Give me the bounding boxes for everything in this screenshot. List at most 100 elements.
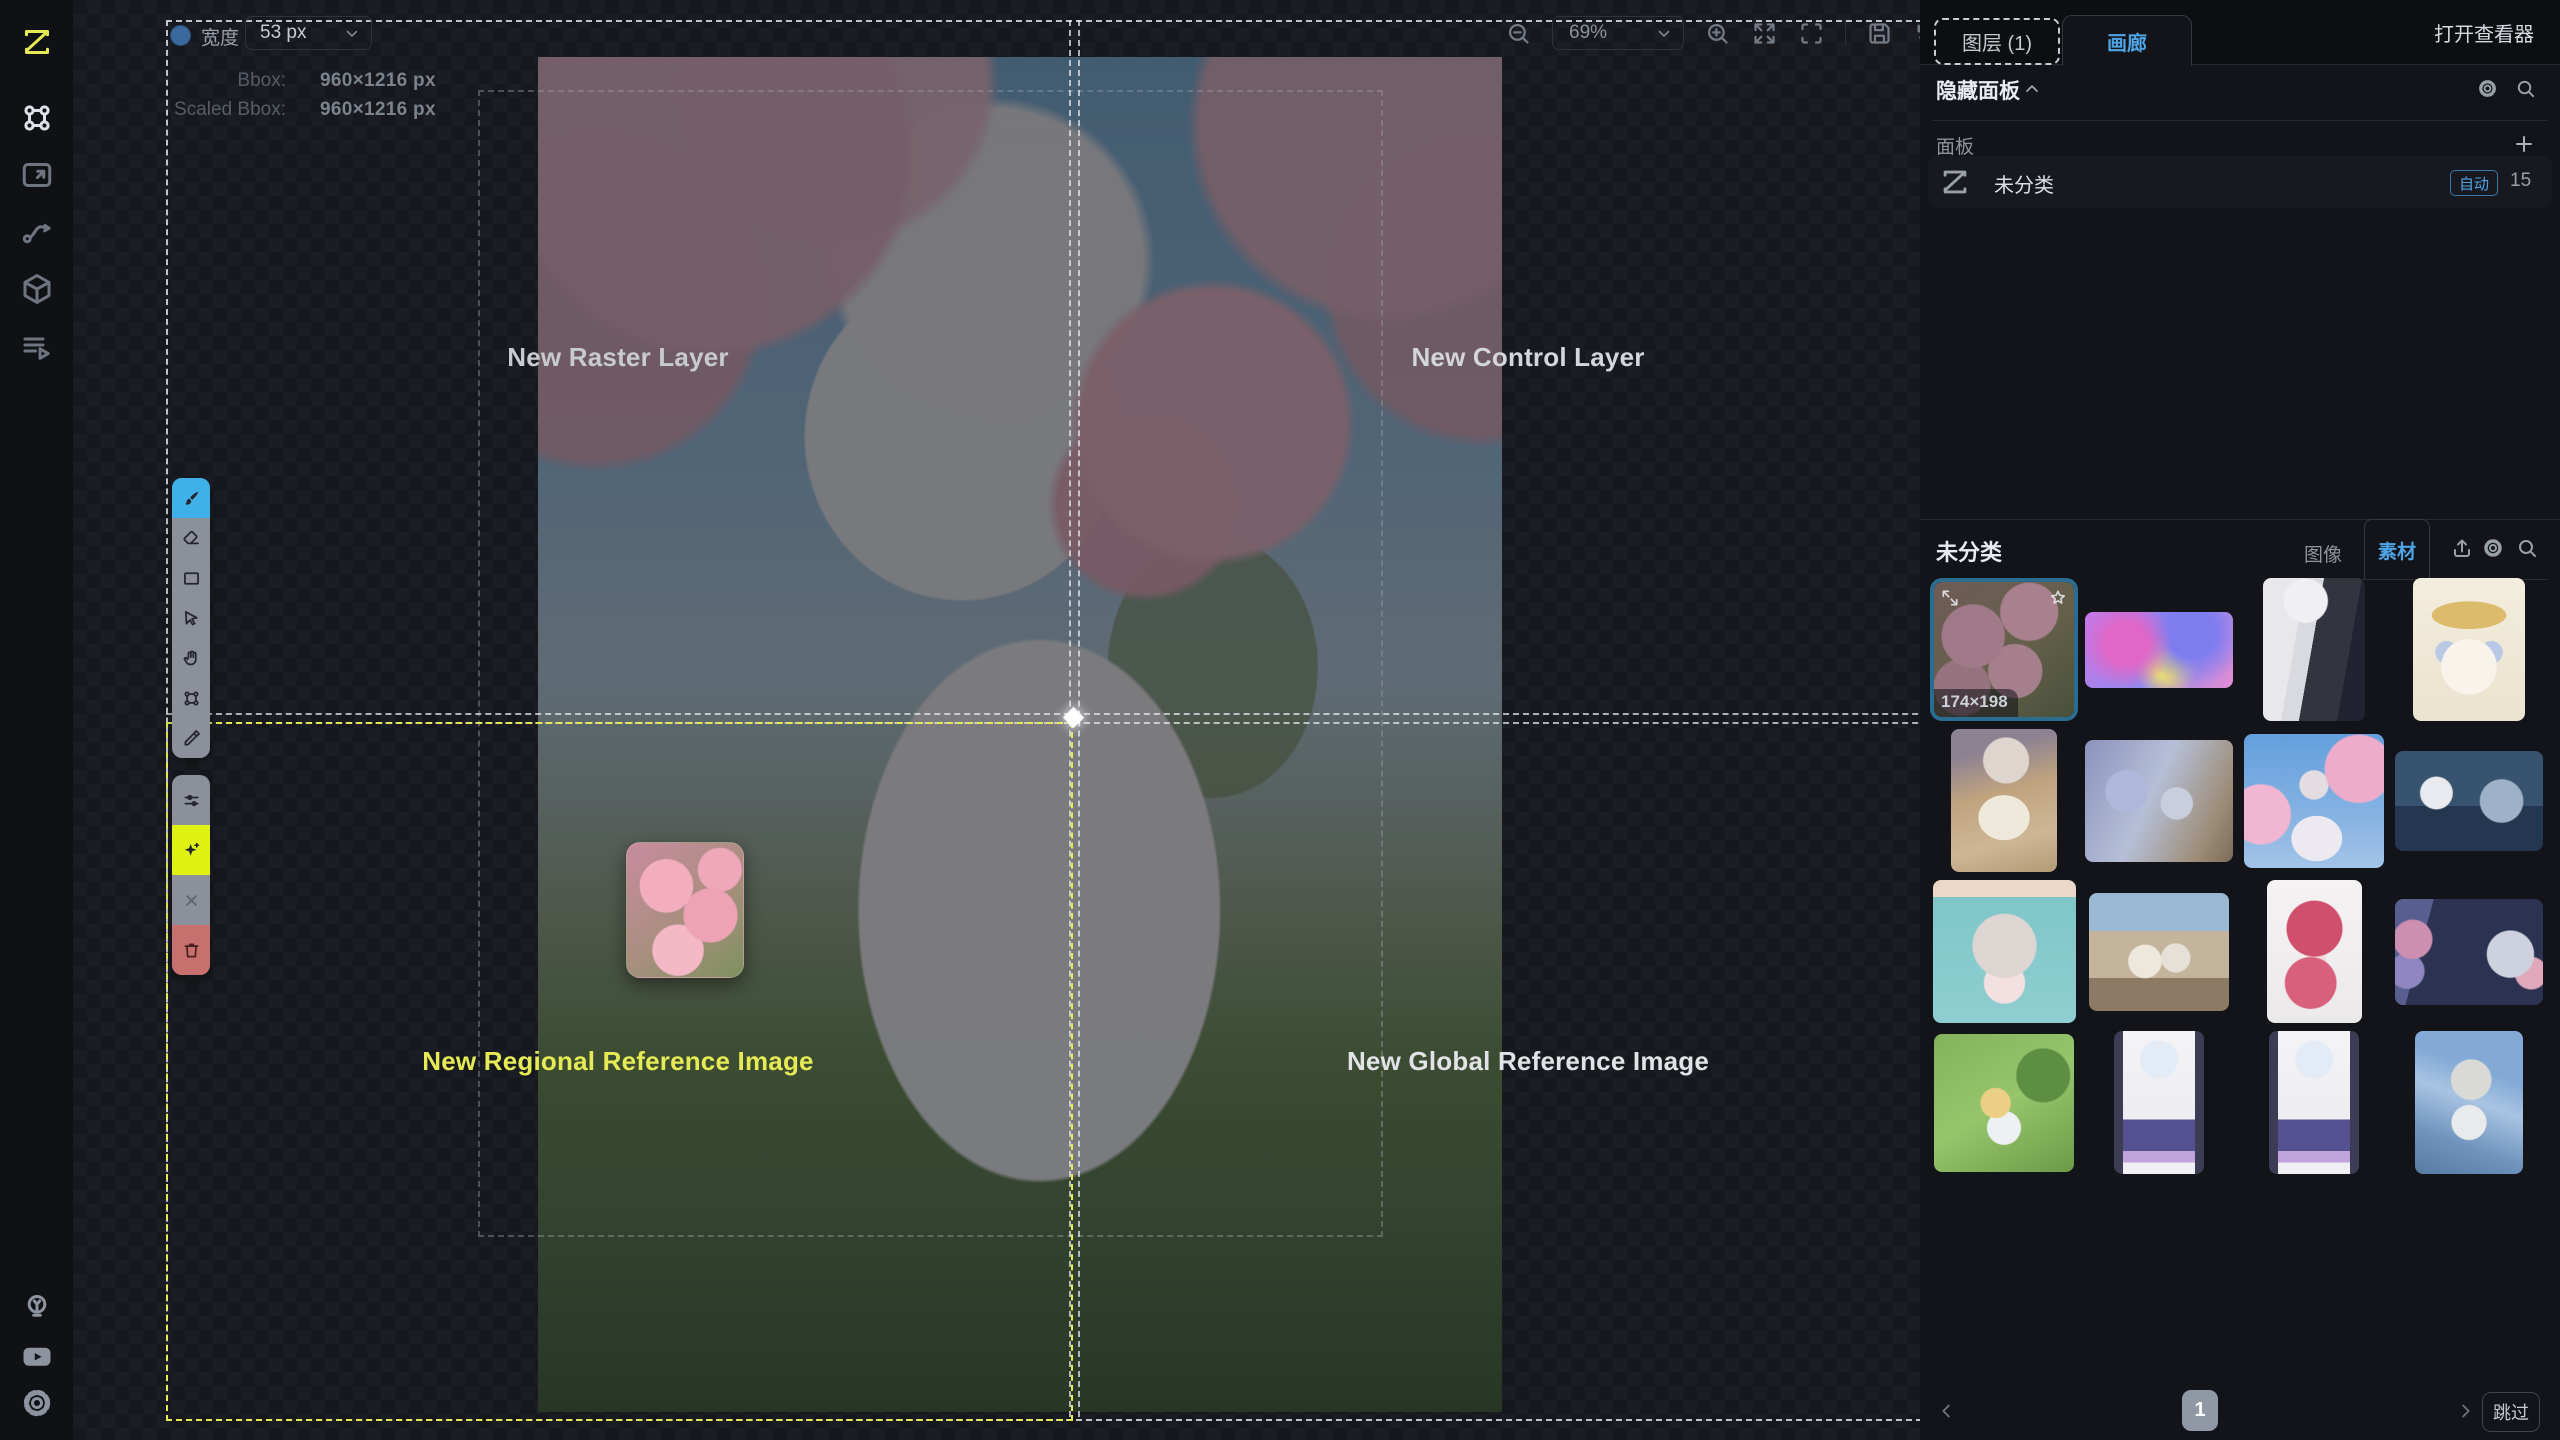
gallery-thumbnail[interactable]	[2395, 751, 2543, 851]
gallery-title: 未分类	[1936, 535, 2002, 567]
canvas-toolbar: 69%	[1505, 15, 1920, 51]
board-count: 15	[2510, 170, 2531, 192]
chevron-up-icon[interactable]	[2022, 79, 2042, 99]
board-icon	[1938, 165, 1972, 199]
skip-button[interactable]: 跳过	[2482, 1392, 2540, 1432]
undo-icon[interactable]	[1913, 20, 1920, 47]
thumbnail-size-label: 174×198	[1934, 689, 2018, 717]
gallery-thumbnail[interactable]	[2089, 893, 2229, 1011]
chevron-down-icon	[1655, 24, 1673, 42]
tab-gallery[interactable]: 画廊	[2062, 15, 2192, 66]
scaled-bbox-value: 960×1216 px	[320, 99, 436, 121]
scaled-bbox-label: Scaled Bbox:	[156, 99, 286, 121]
page-number-button[interactable]: 1	[2182, 1390, 2218, 1431]
search-icon[interactable]	[2515, 536, 2539, 560]
canvas-frame-icon[interactable]	[19, 157, 55, 193]
transform-tool[interactable]	[172, 678, 210, 718]
hidden-panels-title[interactable]: 隐藏面板	[1936, 75, 2020, 105]
gallery-thumbnail[interactable]	[2395, 899, 2543, 1005]
left-sidebar	[0, 0, 73, 1440]
gallery-thumbnail[interactable]	[2415, 1031, 2523, 1174]
chevron-right-icon[interactable]	[2454, 1400, 2476, 1422]
toolbar-divider	[1845, 21, 1846, 45]
gear-icon[interactable]	[2476, 77, 2499, 100]
chevron-left-icon[interactable]	[1936, 1400, 1958, 1422]
chevron-down-icon	[343, 24, 361, 42]
gallery-thumbnail[interactable]	[2244, 734, 2384, 868]
canvas-image	[538, 57, 1502, 1412]
board-item-uncategorized[interactable]: 未分类 自动 15	[1928, 156, 2552, 208]
upload-icon[interactable]	[2450, 536, 2474, 560]
right-panel: 图层 (1) 画廊 打开查看器 隐藏面板 面板 未分类 自动 15 未分类 图像…	[1920, 0, 2560, 1440]
bbox-info: Bbox: 960×1216 px Scaled Bbox: 960×1216 …	[156, 70, 436, 121]
brush-tool[interactable]	[172, 478, 210, 518]
cube-icon[interactable]	[19, 271, 55, 307]
tool-rail-secondary	[172, 775, 210, 975]
delete-button[interactable]	[172, 925, 210, 975]
hand-tool[interactable]	[172, 638, 210, 678]
expand-icon[interactable]	[1940, 588, 1960, 608]
fit-view-icon[interactable]	[1751, 20, 1778, 47]
gallery-grid: 174×198	[1930, 578, 2543, 1174]
gallery-thumbnail[interactable]	[1933, 880, 2076, 1023]
select-tool[interactable]	[172, 598, 210, 638]
auto-badge: 自动	[2450, 170, 2498, 196]
boards-label: 面板	[1936, 132, 1974, 159]
frame-select-icon[interactable]	[1798, 20, 1825, 47]
gallery-thumbnail[interactable]	[2114, 1031, 2204, 1174]
brush-color-swatch[interactable]	[170, 25, 191, 46]
workflow-list-icon[interactable]	[19, 330, 55, 366]
zoom-in-icon[interactable]	[1704, 20, 1731, 47]
gallery-thumbnail[interactable]	[2263, 578, 2365, 721]
gallery-header: 未分类 图像 素材	[1920, 519, 2560, 580]
eyedropper-tool[interactable]	[172, 718, 210, 758]
cancel-button[interactable]	[172, 875, 210, 925]
youtube-icon[interactable]	[19, 1338, 55, 1374]
new-raster-layer-action[interactable]: New Raster Layer	[507, 342, 728, 373]
gallery-thumbnail-selected[interactable]: 174×198	[1930, 578, 2078, 721]
hidden-panels-row: 隐藏面板	[1920, 73, 2560, 105]
adjust-settings-button[interactable]	[172, 775, 210, 825]
eraser-tool[interactable]	[172, 518, 210, 558]
bbox-label: Bbox:	[156, 70, 286, 92]
width-label: 宽度	[201, 23, 239, 50]
generate-sparkle-button[interactable]	[172, 825, 210, 875]
panel-tabstrip: 图层 (1) 画廊 打开查看器	[1920, 0, 2560, 65]
zoom-out-icon[interactable]	[1505, 20, 1532, 47]
gallery-thumbnail[interactable]	[2267, 880, 2362, 1023]
tab-images[interactable]: 图像	[2304, 540, 2342, 567]
search-icon[interactable]	[2514, 77, 2537, 100]
open-viewer-button[interactable]: 打开查看器	[2434, 0, 2534, 64]
zoom-level-select[interactable]: 69%	[1552, 16, 1684, 50]
canvas-area[interactable]: New Raster Layer New Control Layer New R…	[73, 0, 1920, 1440]
transform-nodes-icon[interactable]	[19, 100, 55, 136]
rectangle-tool[interactable]	[172, 558, 210, 598]
tab-assets[interactable]: 素材	[2364, 519, 2430, 580]
gear-icon[interactable]	[2481, 536, 2505, 560]
divider	[1932, 120, 2548, 121]
gallery-thumbnail[interactable]	[2269, 1031, 2359, 1174]
plus-icon[interactable]	[2512, 132, 2536, 156]
bbox-value: 960×1216 px	[320, 70, 436, 92]
gallery-pagination: 1 跳过	[1920, 1388, 2560, 1436]
bulb-icon[interactable]	[19, 1290, 55, 1326]
board-name: 未分类	[1994, 169, 2054, 198]
gear-icon[interactable]	[19, 1385, 55, 1421]
star-icon[interactable]	[2048, 588, 2068, 608]
app-logo[interactable]	[19, 24, 55, 60]
new-global-reference-action[interactable]: New Global Reference Image	[1347, 1046, 1709, 1077]
regional-reference-thumbnail[interactable]	[626, 842, 744, 978]
brush-width-select[interactable]: 53 px	[245, 16, 372, 50]
gallery-thumbnail[interactable]	[1951, 729, 2057, 872]
gallery-thumbnail[interactable]	[2085, 612, 2233, 688]
gallery-thumbnail[interactable]	[2085, 740, 2233, 862]
new-regional-reference-action[interactable]: New Regional Reference Image	[422, 1046, 813, 1077]
curve-icon[interactable]	[19, 214, 55, 250]
gallery-thumbnail[interactable]	[1934, 1034, 2074, 1172]
new-control-layer-action[interactable]: New Control Layer	[1411, 342, 1644, 373]
brush-width-value: 53 px	[260, 22, 306, 44]
gallery-thumbnail[interactable]	[2413, 578, 2525, 721]
save-icon[interactable]	[1866, 20, 1893, 47]
tab-layers[interactable]: 图层 (1)	[1934, 18, 2060, 65]
tool-rail-primary	[172, 478, 210, 758]
